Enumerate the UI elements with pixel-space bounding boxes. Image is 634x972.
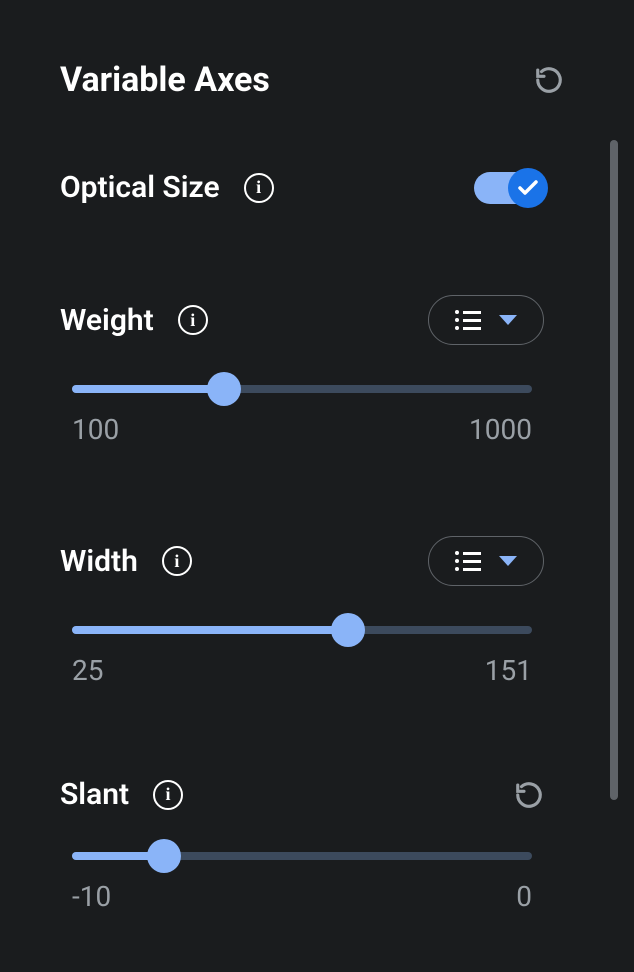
axis-label-slant: Slant [60,777,129,812]
slider-thumb[interactable] [331,613,365,647]
slider-fill [72,385,224,393]
weight-min-label: 100 [72,413,119,446]
scrollbar[interactable] [610,140,618,800]
slant-max-label: 0 [516,880,532,913]
info-icon[interactable]: i [153,780,183,810]
list-icon [455,310,481,330]
variable-axes-panel: Variable Axes Optical Size i [0,0,634,972]
axis-label-width: Width [60,544,138,579]
slider-fill [72,626,348,634]
axis-width: Width i 25 151 [60,536,594,687]
width-preset-dropdown[interactable] [428,536,544,586]
chevron-down-icon [499,556,517,566]
slider-thumb[interactable] [147,839,181,873]
slant-slider[interactable] [72,852,532,860]
axis-weight: Weight i 100 1000 [60,295,594,446]
reset-icon[interactable] [534,65,564,95]
toggle-knob [508,168,548,208]
info-icon[interactable]: i [178,305,208,335]
panel-header: Variable Axes [60,60,594,100]
axis-label-weight: Weight [60,303,154,338]
slider-thumb[interactable] [207,372,241,406]
list-icon [455,551,481,571]
axis-label-optical-size: Optical Size [60,170,220,205]
width-min-label: 25 [72,654,103,687]
weight-max-label: 1000 [469,413,532,446]
width-max-label: 151 [485,654,532,687]
reset-icon[interactable] [514,780,544,810]
info-icon[interactable]: i [244,173,274,203]
axis-slant: Slant i -10 0 [60,777,594,913]
axis-optical-size: Optical Size i [60,170,594,205]
slant-min-label: -10 [72,880,111,913]
width-slider[interactable] [72,626,532,634]
optical-size-toggle[interactable] [474,172,544,204]
weight-slider[interactable] [72,385,532,393]
info-icon[interactable]: i [162,546,192,576]
weight-preset-dropdown[interactable] [428,295,544,345]
chevron-down-icon [499,315,517,325]
panel-title: Variable Axes [60,60,270,100]
